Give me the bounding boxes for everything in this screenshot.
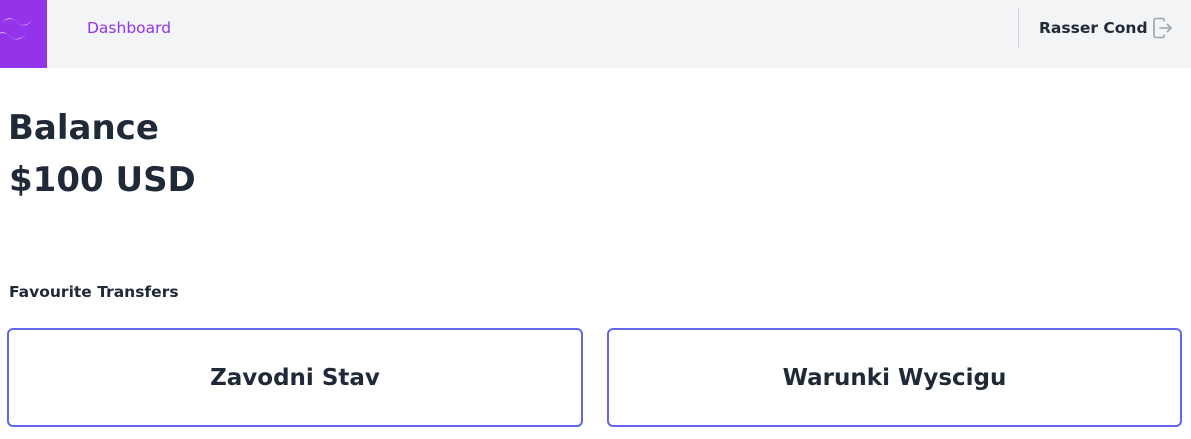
favourite-transfer-card[interactable]: Zavodni Stav: [7, 328, 583, 427]
nav-dashboard-link[interactable]: Dashboard: [87, 18, 171, 38]
favourite-transfer-label: Zavodni Stav: [210, 364, 380, 391]
favourite-transfer-card[interactable]: Warunki Wyscigu: [607, 328, 1182, 427]
balance-amount: $100 USD: [9, 160, 196, 200]
balance-title: Balance: [8, 108, 159, 148]
favourite-transfers-heading: Favourite Transfers: [9, 283, 179, 301]
top-navigation-bar: Dashboard Rasser Cond: [0, 0, 1191, 68]
wave-logo-icon: [0, 18, 33, 40]
favourite-transfer-label: Warunki Wyscigu: [782, 364, 1007, 391]
brand-logo[interactable]: [0, 0, 47, 68]
logout-icon: [1153, 17, 1172, 39]
user-name: Rasser Cond: [1039, 19, 1148, 37]
nav-divider: [1018, 8, 1019, 48]
logout-button[interactable]: [1150, 16, 1174, 40]
